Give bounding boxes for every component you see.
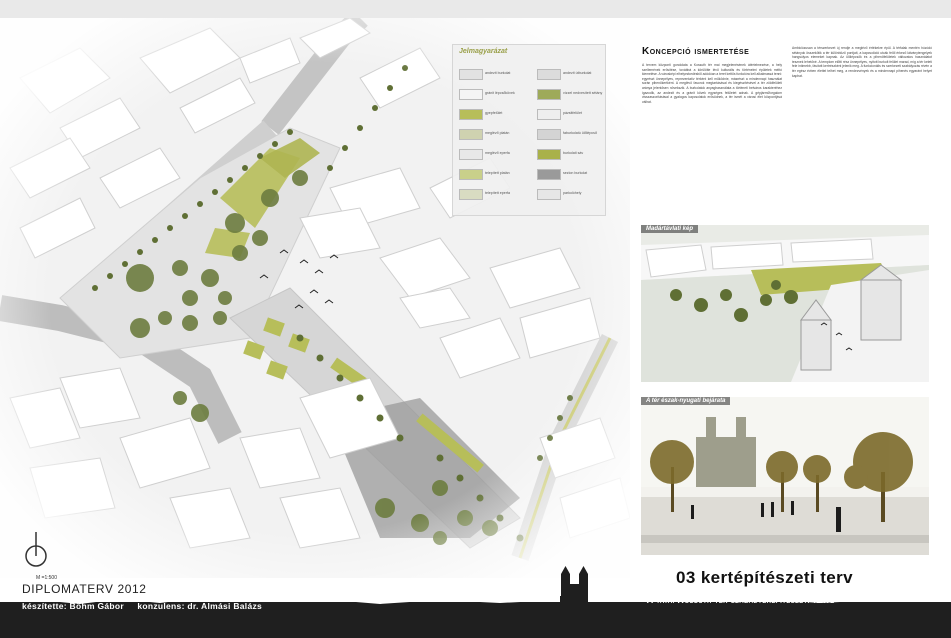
legend-item: gránit lépcsőkövek: [485, 91, 515, 95]
legend-item: meglévő eperfa: [485, 151, 510, 155]
north-arrow-icon: [25, 532, 47, 567]
scale-label: M =1:500: [36, 575, 57, 581]
church-towers-icon: [561, 566, 588, 602]
top-band: [0, 0, 951, 18]
legend-item: gyepfelület: [485, 111, 503, 115]
street-view-render: [641, 397, 929, 555]
legend-swatch: [537, 169, 561, 180]
legend-item: telepített platán: [485, 171, 510, 175]
legend-swatch: [459, 129, 483, 140]
sheet-title: 03 kertépítészeti terv: [676, 568, 853, 587]
sheet-subtitle: A tatai Kossuth tér szabadtérépítészeti …: [647, 595, 835, 605]
credits-line: készítette: Böhm Gábor konzulens: dr. Al…: [22, 601, 263, 611]
plan-sheet: Jelmagyarázat andezit burkolat gránit lé…: [0, 0, 951, 638]
aerial-view-label: Madártávlati kép: [641, 225, 699, 233]
legend-swatch: [537, 129, 561, 140]
legend-swatch: [459, 169, 483, 180]
legend-item: faburkolatú ülőlépcső: [563, 131, 597, 135]
legend-item: andezit útburkolat: [563, 71, 592, 75]
street-view-label: A tér észak-nyugati bejárata: [641, 397, 731, 405]
legend-item: sezlon burkolat: [563, 171, 588, 175]
concept-title: Koncepció ismertetése: [642, 46, 750, 57]
legend-item: vízzel nedvesített sétány: [563, 91, 603, 95]
legend-swatch: [537, 109, 561, 120]
legend-swatch: [537, 149, 561, 160]
aerial-view-image: Madártávlati kép: [641, 225, 929, 382]
legend-swatch: [459, 69, 483, 80]
legend-item: andezit burkolat: [485, 71, 511, 75]
concept-text-col2: Ambiciózusan a térszerkezet új rendje a …: [792, 46, 932, 78]
legend-swatch: [537, 69, 561, 80]
legend-item: pázsitfelület: [563, 111, 582, 115]
legend-item: telepített eperfa: [485, 191, 510, 195]
legend-item: meglévő platán: [485, 131, 510, 135]
legend-swatch: [459, 189, 483, 200]
legend-swatch: [459, 89, 483, 100]
legend-swatch: [537, 89, 561, 100]
legend-swatch: [459, 109, 483, 120]
legend-panel: Jelmagyarázat andezit burkolat gránit lé…: [452, 44, 606, 216]
legend-swatch: [537, 189, 561, 200]
legend-item: burkolati sáv: [563, 151, 584, 155]
concept-text-col1: A tervem központi gondolata a Kossuth té…: [642, 63, 782, 104]
aerial-view-render: [641, 225, 929, 382]
legend-title: Jelmagyarázat: [459, 48, 508, 55]
legend-swatch: [459, 149, 483, 160]
street-view-image: A tér észak-nyugati bejárata: [641, 397, 929, 555]
diploma-title: DIPLOMATERV 2012: [22, 582, 147, 596]
legend-item: parkolóhely: [563, 191, 582, 195]
